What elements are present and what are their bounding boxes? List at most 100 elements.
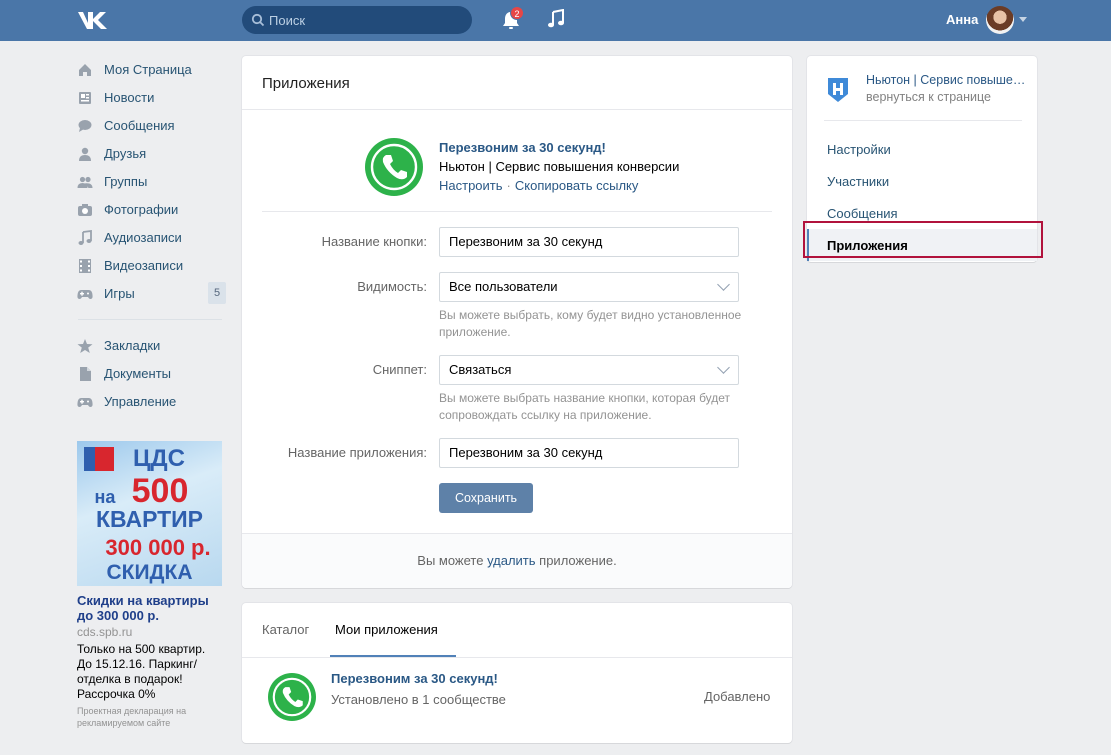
visibility-hint: Вы можете выбрать, кому будет видно уста… (439, 308, 742, 339)
ad-text: Только на 500 квартир. До 15.12.16. Парк… (77, 642, 206, 701)
sidebar-item-label: Друзья (104, 146, 147, 161)
sidebar-item-label: Моя Страница (104, 62, 192, 77)
ad-declaration: Проектная декларация на рекламируемом са… (77, 706, 187, 728)
sidebar-item-document[interactable]: Документы (74, 360, 226, 388)
visibility-label: Видимость: (357, 279, 427, 294)
search-box[interactable] (242, 6, 472, 34)
sidebar-item-star[interactable]: Закладки (74, 332, 226, 360)
sidebar-item-label: Аудиозаписи (104, 230, 182, 245)
star-icon (77, 339, 93, 353)
news-icon (79, 92, 91, 104)
gamepad-icon (77, 398, 93, 407)
app-name-label: Название приложения: (287, 445, 427, 460)
copy-link[interactable]: Скопировать ссылку (515, 178, 639, 193)
ad-line-amount: 300 000 р. (105, 535, 211, 560)
sidebar-item-count: 5 (208, 282, 226, 304)
community-name[interactable]: Ньютон | Сервис повышения конверсии (866, 73, 1026, 87)
link-separator: · (506, 178, 511, 193)
tab-catalog[interactable]: Каталог (262, 622, 309, 637)
installed-app-name[interactable]: Перезвоним за 30 секунд! (331, 671, 498, 686)
ad-brand: ЦДС (133, 445, 185, 472)
app-settings-panel: Приложения Перезвоним за 30 секунд! Ньют… (242, 56, 792, 588)
section-divider (262, 211, 772, 212)
avatar[interactable] (986, 6, 1014, 34)
sidebar-item-camera[interactable]: Фотографии (74, 196, 226, 224)
button-name-input[interactable]: Перезвоним за 30 секунд (439, 227, 739, 257)
sidebar-item-gamepad[interactable]: Управление (74, 388, 226, 416)
app-status: Добавлено (704, 689, 771, 704)
delete-app-link[interactable]: удалить (487, 553, 535, 568)
sidebar-item-label: Управление (104, 394, 177, 409)
person-icon (79, 147, 91, 161)
my-apps-panel: Каталог Мои приложения Перезвоним за 30 … (242, 603, 792, 743)
side-navigation: Моя Страница Новости Сообщения Друзья Группы… (74, 56, 226, 416)
music-note-icon (78, 230, 92, 245)
advertisement[interactable]: ЦДС на 500 КВАРТИР до 300 000 р. СКИДКА … (77, 441, 222, 729)
ad-title[interactable]: Скидки на квартиры до 300 000 р. (77, 593, 222, 623)
save-button[interactable]: Сохранить (439, 483, 533, 513)
active-tab-indicator (330, 655, 456, 657)
sidebar-item-label: Закладки (104, 338, 161, 353)
sidebar-item-label: Фотографии (104, 202, 179, 217)
snippet-label: Сниппет: (372, 362, 427, 377)
ad-domain[interactable]: cds.spb.ru (77, 625, 222, 639)
sidebar-item-house[interactable]: Моя Страница (74, 56, 226, 84)
film-icon (79, 259, 91, 273)
nav-divider (78, 319, 222, 320)
gamepad-icon (77, 290, 93, 299)
back-to-page-link[interactable]: вернуться к странице (866, 90, 991, 104)
visibility-select[interactable]: Все пользователи (439, 272, 739, 302)
menu-item-members[interactable]: Участники (807, 165, 1037, 197)
community-logo-icon[interactable] (827, 77, 849, 103)
tab-my-apps[interactable]: Мои приложения (335, 622, 438, 637)
configure-link[interactable]: Настроить (439, 178, 503, 193)
app-name: Перезвоним за 30 секунд! (439, 140, 606, 155)
search-input[interactable] (269, 6, 464, 34)
sidebar-item-speech-bubble[interactable]: Сообщения (74, 112, 226, 140)
ad-line-kvartir: КВАРТИР (95, 506, 204, 532)
ad-image[interactable]: ЦДС на 500 КВАРТИР до 300 000 р. СКИДКА (77, 441, 222, 586)
music-note-icon[interactable] (546, 9, 566, 29)
sidebar-item-label: Новости (104, 90, 155, 105)
camera-icon (78, 204, 92, 216)
sidebar-item-gamepad[interactable]: Игры 5 (74, 280, 226, 308)
notification-count-badge: 2 (510, 6, 524, 20)
sidebar-item-film[interactable]: Видеозаписи (74, 252, 226, 280)
phone-icon[interactable] (268, 673, 316, 721)
document-icon (80, 367, 91, 381)
visibility-value: Все пользователи (449, 279, 558, 294)
menu-item-settings[interactable]: Настройки (807, 133, 1037, 165)
sidebar-item-label: Сообщения (104, 118, 175, 133)
sidebar-item-label: Группы (104, 174, 148, 189)
footer-text-pre: Вы можете (417, 553, 488, 568)
delete-app-footer: Вы можете удалить приложение. (242, 533, 792, 588)
apps-tabs: Каталог Мои приложения (242, 603, 792, 658)
vk-logo-icon[interactable] (76, 9, 110, 31)
app-subtitle: Ньютон | Сервис повышения конверсии (439, 159, 680, 174)
speech-bubble-icon (78, 120, 92, 132)
people-icon (77, 176, 93, 188)
ad-line-skidka: СКИДКА (106, 561, 193, 584)
sidebar-item-person[interactable]: Друзья (74, 140, 226, 168)
app-name-input[interactable]: Перезвоним за 30 секунд (439, 438, 739, 468)
sidebar-item-news[interactable]: Новости (74, 84, 226, 112)
search-icon (251, 13, 265, 27)
sidebar-item-people[interactable]: Группы (74, 168, 226, 196)
menu-divider (824, 120, 1022, 121)
sidebar-item-label: Видеозаписи (104, 258, 184, 273)
chevron-down-icon[interactable] (1019, 17, 1027, 22)
sidebar-item-label: Документы (104, 366, 172, 381)
footer-text-post: приложение. (535, 553, 617, 568)
phone-icon (365, 138, 423, 196)
snippet-hint: Вы можете выбрать название кнопки, котор… (439, 391, 731, 422)
chevron-down-icon (717, 361, 730, 374)
highlight-frame (803, 221, 1043, 258)
house-icon (79, 64, 91, 76)
snippet-select[interactable]: Связаться (439, 355, 739, 385)
user-name[interactable]: Анна (946, 12, 978, 27)
top-bar: 2 Анна (0, 0, 1111, 41)
chevron-down-icon (717, 278, 730, 291)
installed-app-info: Установлено в 1 сообществе (331, 692, 506, 707)
sidebar-item-music-note[interactable]: Аудиозаписи (74, 224, 226, 252)
sidebar-item-label: Игры (104, 286, 135, 301)
